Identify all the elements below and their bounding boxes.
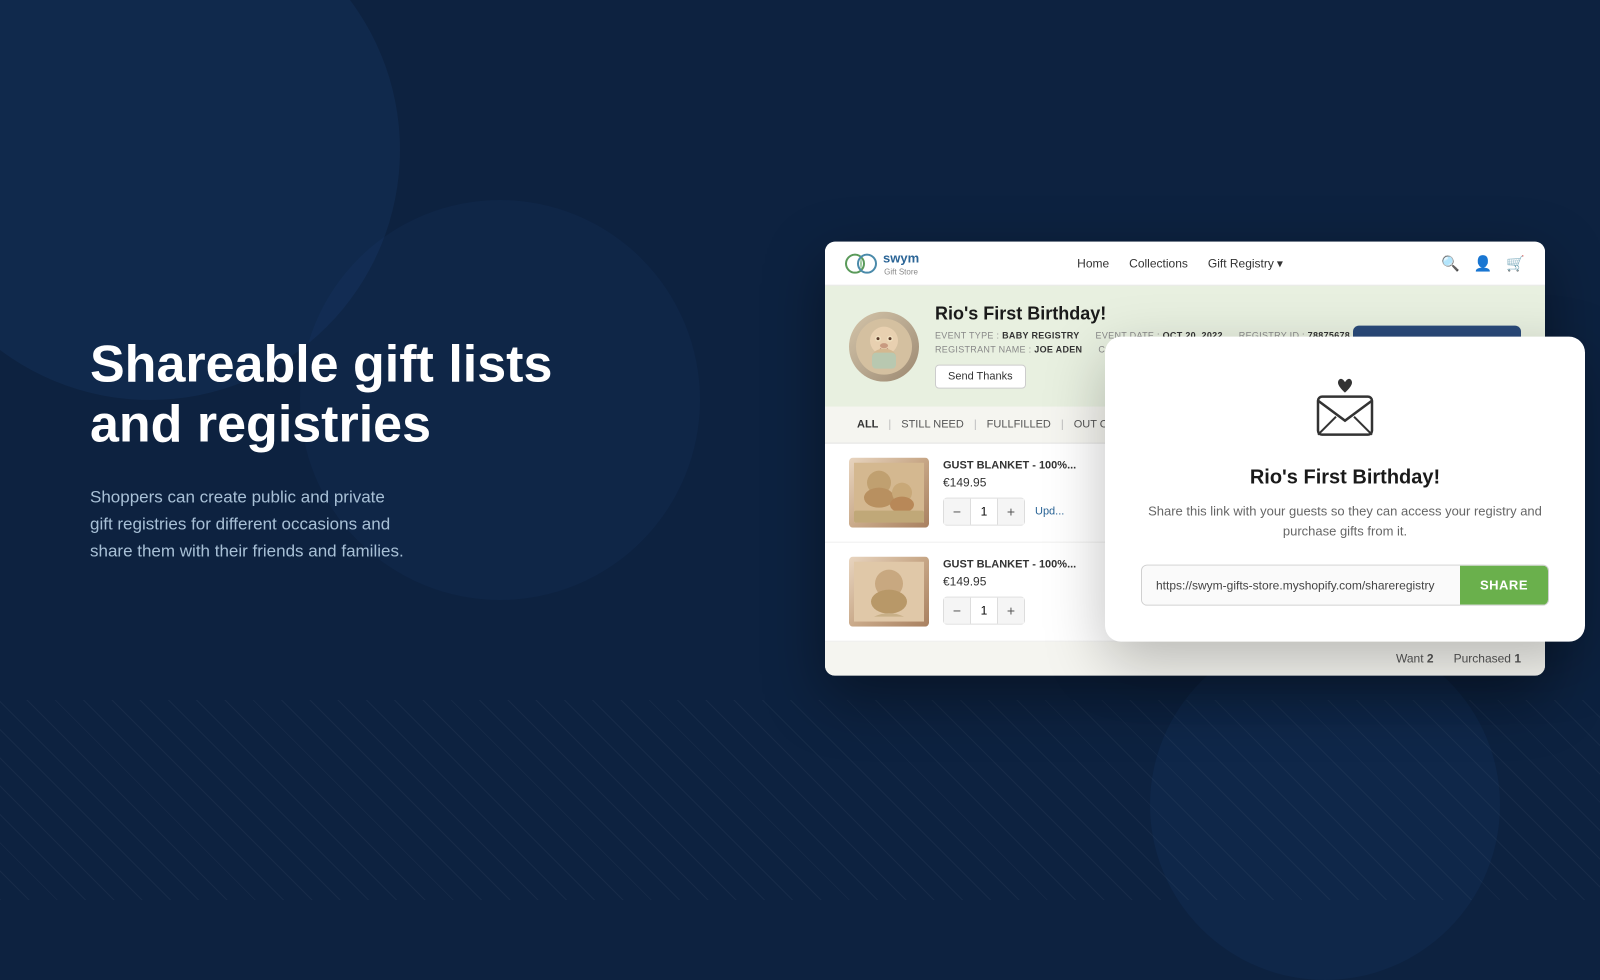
nav-bar: swym Gift Store Home Collections Gift Re… [825,242,1545,286]
filter-sep-1: | [886,419,893,431]
search-icon[interactable]: 🔍 [1441,254,1460,272]
browser-container: swym Gift Store Home Collections Gift Re… [825,242,1545,676]
share-url-row: SHARE [1141,565,1549,606]
purchased-stat: Purchased 1 [1454,652,1521,666]
logo-brand-name: swym [883,251,919,266]
sub-text: Shoppers can create public and private g… [90,483,560,565]
qty-increase-2[interactable]: + [998,598,1024,624]
main-heading: Shareable gift lists and registries [90,335,560,455]
send-thanks-button[interactable]: Send Thanks [935,365,1026,389]
qty-decrease-2[interactable]: − [944,598,970,624]
qty-control-1: − 1 + [943,498,1025,526]
bg-decoration-3 [1150,630,1500,980]
update-link-1[interactable]: Upd... [1035,506,1064,518]
swym-logo-icon [845,252,877,274]
filter-sep-2: | [972,419,979,431]
bg-pattern [0,700,1600,900]
registry-title: Rio's First Birthday! [935,304,1350,325]
share-modal-title: Rio's First Birthday! [1141,467,1549,490]
qty-increase-1[interactable]: + [998,499,1024,525]
cart-icon[interactable]: 🛒 [1506,254,1525,272]
logo-sub-text: Gift Store [883,268,919,277]
nav-collections[interactable]: Collections [1129,256,1188,270]
avatar [849,311,919,381]
share-modal-description: Share this link with your guests so they… [1141,502,1549,541]
registrant-meta: REGISTRANT NAME : JOE ADEN [935,345,1082,355]
registry-footer: Want 2 Purchased 1 [825,642,1545,676]
share-modal-icon [1310,377,1380,447]
filter-sep-3: | [1059,419,1066,431]
nav-icons: 🔍 👤 🛒 [1441,254,1525,272]
product-image-1 [849,458,929,528]
chevron-down-icon: ▾ [1277,256,1283,270]
share-button[interactable]: SHARE [1460,566,1548,605]
user-icon[interactable]: 👤 [1474,254,1493,272]
avatar-image [849,311,919,381]
qty-decrease-1[interactable]: − [944,499,970,525]
nav-logo: swym Gift Store [845,250,919,277]
nav-home[interactable]: Home [1077,256,1109,270]
qty-control-2: − 1 + [943,597,1025,625]
tab-still-need[interactable]: STILL NEED [893,419,972,431]
tab-all[interactable]: ALL [849,419,886,431]
want-stat: Want 2 [1396,652,1434,666]
share-url-input[interactable] [1142,566,1460,605]
share-modal: Rio's First Birthday! Share this link wi… [1105,337,1585,642]
product-image-2 [849,557,929,627]
event-type-meta: EVENT TYPE : BABY REGISTRY [935,331,1080,341]
nav-gift-registry[interactable]: Gift Registry ▾ [1208,256,1283,270]
nav-links: Home Collections Gift Registry ▾ [1077,256,1283,270]
left-content-section: Shareable gift lists and registries Shop… [90,335,560,564]
qty-value-2: 1 [970,598,998,624]
qty-value-1: 1 [970,499,998,525]
envelope-heart-icon [1310,377,1380,447]
tab-fulfilled[interactable]: FULLFILLED [979,419,1059,431]
